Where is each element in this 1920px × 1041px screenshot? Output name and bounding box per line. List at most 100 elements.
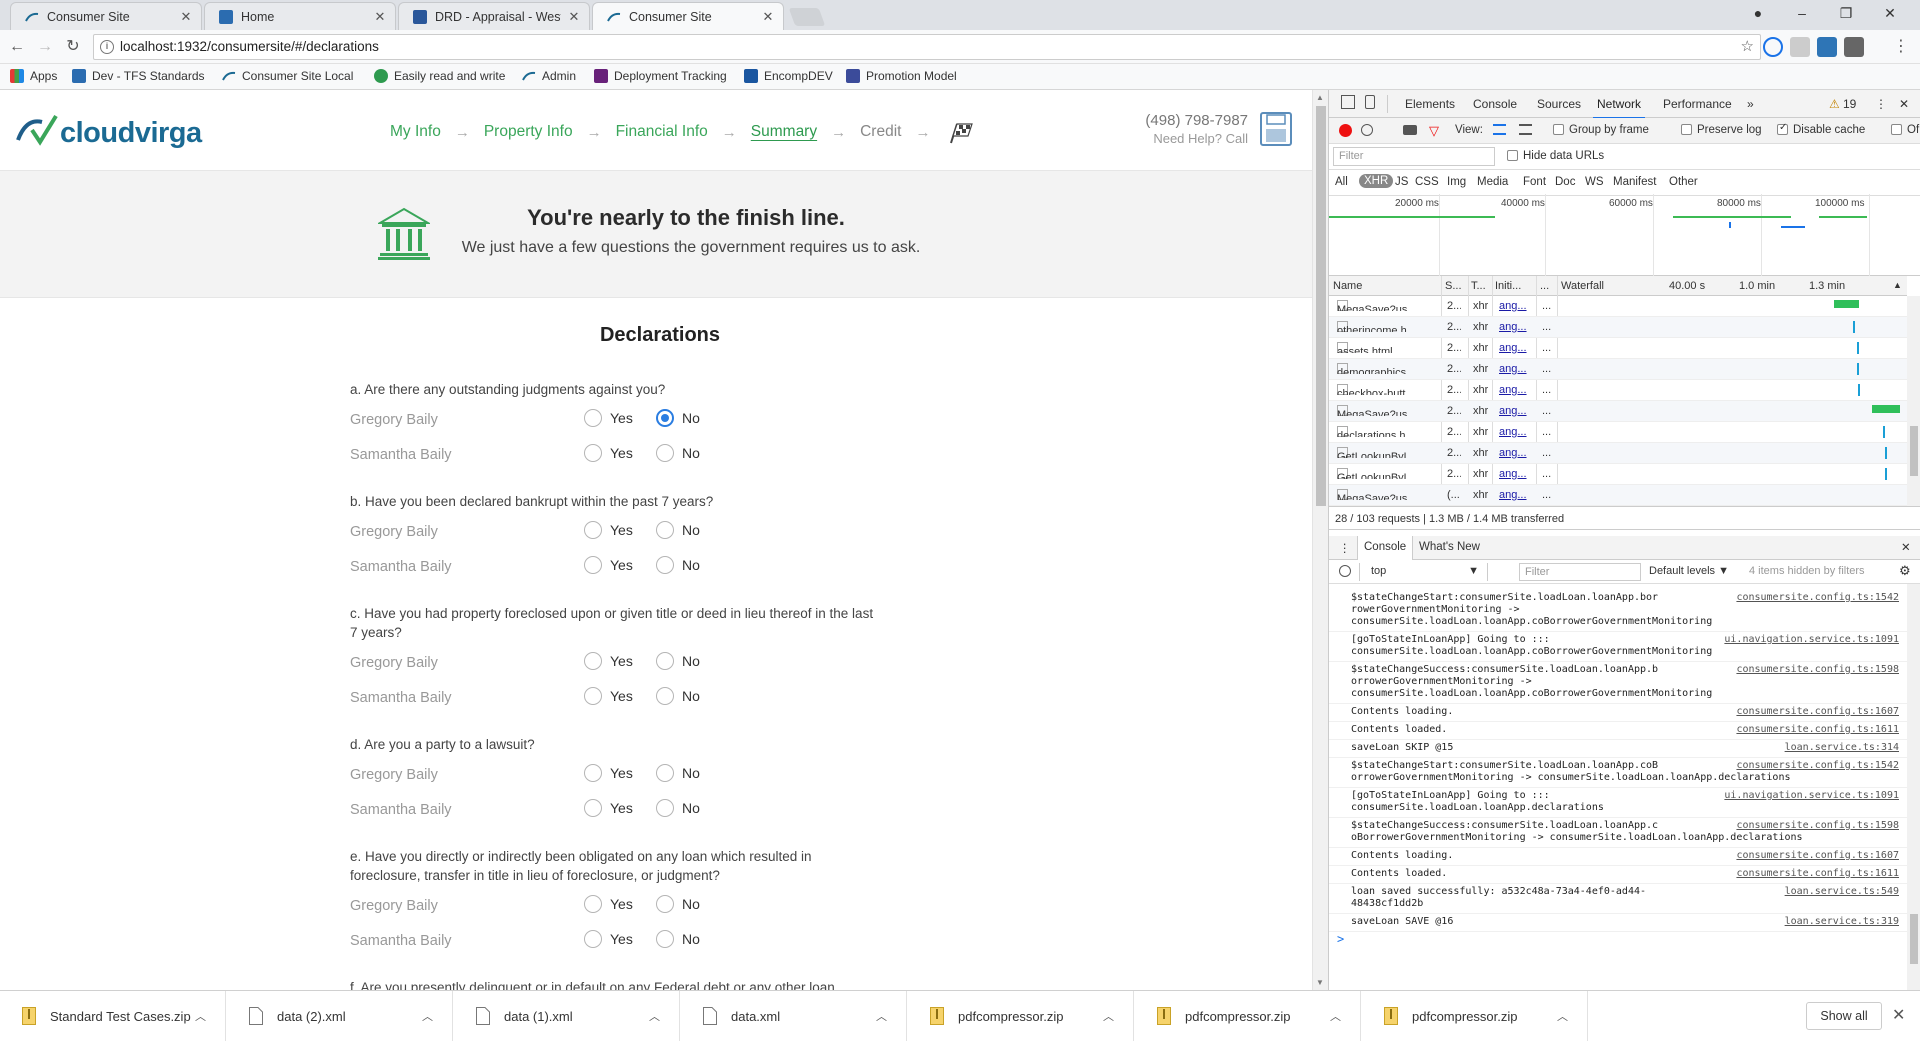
minimize-button[interactable]: – — [1782, 0, 1822, 28]
network-request-row[interactable]: declarations.h... 2... xhr ang...... — [1329, 422, 1907, 443]
type-filter-ws[interactable]: WS — [1585, 176, 1604, 188]
radio-no[interactable]: No — [656, 444, 700, 462]
radio-button[interactable] — [656, 556, 674, 574]
network-filter-input[interactable]: Filter — [1333, 147, 1495, 166]
devtools-tab-sources[interactable]: Sources — [1537, 97, 1581, 111]
offline-checkbox[interactable]: Of — [1891, 124, 1919, 136]
radio-yes[interactable]: Yes — [584, 895, 633, 913]
type-filter-js[interactable]: JS — [1395, 176, 1408, 188]
bookmark-item[interactable]: Easily read and write — [374, 69, 505, 83]
network-request-row[interactable]: GetLookupByL... 2... xhr ang...... — [1329, 464, 1907, 485]
type-filter-other[interactable]: Other — [1669, 176, 1698, 188]
console-source-link[interactable]: consumersite.config.ts:1607 — [1736, 706, 1899, 718]
console-filter-input[interactable]: Filter — [1519, 563, 1641, 581]
console-source-link[interactable]: consumersite.config.ts:1542 — [1736, 760, 1899, 772]
bookmark-apps[interactable]: Apps — [10, 69, 57, 83]
extension-box-icon[interactable] — [1844, 37, 1864, 57]
request-initiator[interactable]: ang... — [1499, 447, 1527, 459]
extension-play-icon[interactable] — [1763, 37, 1783, 57]
radio-button[interactable] — [584, 652, 602, 670]
type-filter-manifest[interactable]: Manifest — [1613, 176, 1656, 188]
console-source-link[interactable]: consumersite.config.ts:1611 — [1736, 724, 1899, 736]
col-more[interactable]: ... — [1540, 280, 1549, 292]
console-prompt[interactable]: > — [1329, 932, 1907, 946]
console-source-link[interactable]: loan.service.ts:549 — [1785, 886, 1899, 898]
browser-tab[interactable]: Consumer Site ✕ — [10, 2, 202, 30]
scrollbar-thumb[interactable] — [1910, 426, 1918, 476]
radio-no[interactable]: No — [656, 556, 700, 574]
radio-button[interactable] — [656, 764, 674, 782]
filter-icon[interactable]: ▽ — [1429, 123, 1443, 138]
radio-button[interactable] — [584, 521, 602, 539]
radio-button[interactable] — [584, 444, 602, 462]
chevron-up-icon[interactable]: ︿ — [1103, 1008, 1133, 1024]
forward-icon[interactable]: → — [34, 36, 56, 58]
radio-yes[interactable]: Yes — [584, 764, 633, 782]
radio-yes[interactable]: Yes — [584, 521, 633, 539]
network-request-row[interactable]: GetLookupByL... 2... xhr ang...... — [1329, 443, 1907, 464]
back-icon[interactable]: ← — [6, 36, 28, 58]
chevron-up-icon[interactable]: ︿ — [876, 1008, 906, 1024]
radio-button[interactable] — [584, 895, 602, 913]
more-tabs-icon[interactable]: » — [1747, 97, 1754, 111]
devtools-tab-console[interactable]: Console — [1473, 97, 1517, 111]
radio-yes[interactable]: Yes — [584, 930, 633, 948]
bookmark-item[interactable]: Consumer Site Local — [222, 69, 353, 83]
step-property-info[interactable]: Property Info — [484, 123, 573, 141]
network-request-row[interactable]: checkbox-butt... 2... xhr ang...... — [1329, 380, 1907, 401]
radio-no[interactable]: No — [656, 930, 700, 948]
network-request-row[interactable]: MegaSave?us... 2... xhr ang...... — [1329, 401, 1907, 422]
radio-yes[interactable]: Yes — [584, 556, 633, 574]
close-window-button[interactable]: ✕ — [1870, 0, 1910, 28]
device-toolbar-icon[interactable] — [1365, 95, 1375, 109]
type-filter-css[interactable]: CSS — [1415, 176, 1439, 188]
close-tab-icon[interactable]: ✕ — [567, 9, 581, 25]
network-request-row[interactable]: otherincome.h... 2... xhr ang...... — [1329, 317, 1907, 338]
network-request-row[interactable]: MegaSave?us... 2... xhr ang...... — [1329, 296, 1907, 317]
browser-tab-active[interactable]: Consumer Site ✕ — [592, 2, 784, 30]
bookmark-item[interactable]: Promotion Model — [846, 69, 957, 83]
download-item[interactable]: pdfcompressor.zip ︿ — [1135, 991, 1361, 1041]
radio-button[interactable] — [584, 409, 602, 427]
radio-button[interactable] — [584, 687, 602, 705]
chevron-up-icon[interactable]: ︿ — [1330, 1008, 1360, 1024]
console-source-link[interactable]: consumersite.config.ts:1542 — [1736, 592, 1899, 604]
show-all-downloads-button[interactable]: Show all — [1806, 1002, 1882, 1030]
group-by-frame-checkbox[interactable]: Group by frame — [1553, 124, 1649, 136]
console-source-link[interactable]: loan.service.ts:319 — [1785, 916, 1899, 928]
warning-icon[interactable]: ⚠ — [1829, 97, 1840, 111]
radio-yes[interactable]: Yes — [584, 799, 633, 817]
console-source-link[interactable]: consumersite.config.ts:1598 — [1736, 664, 1899, 676]
hide-data-urls-checkbox[interactable]: Hide data URLs — [1507, 150, 1604, 162]
browser-tab[interactable]: Home ✕ — [204, 2, 396, 30]
type-filter-all[interactable]: All — [1335, 176, 1348, 188]
type-filter-media[interactable]: Media — [1477, 176, 1508, 188]
scroll-up-icon[interactable]: ▲ — [1316, 93, 1324, 102]
download-item[interactable]: pdfcompressor.zip ︿ — [1362, 991, 1588, 1041]
devtools-tab-performance[interactable]: Performance — [1663, 97, 1732, 111]
col-status[interactable]: S... — [1445, 280, 1462, 292]
request-initiator[interactable]: ang... — [1499, 321, 1527, 333]
console-source-link[interactable]: consumersite.config.ts:1607 — [1736, 850, 1899, 862]
console-scrollbar[interactable] — [1907, 584, 1920, 990]
logo[interactable]: cloudvirga — [16, 112, 202, 155]
radio-no[interactable]: No — [656, 521, 700, 539]
bookmark-item[interactable]: Dev - TFS Standards — [72, 69, 205, 83]
radio-no[interactable]: No — [656, 895, 700, 913]
clear-console-icon[interactable] — [1339, 565, 1351, 577]
chevron-up-icon[interactable]: ︿ — [649, 1008, 679, 1024]
large-rows-icon[interactable] — [1493, 124, 1506, 135]
close-tab-icon[interactable]: ✕ — [761, 9, 775, 25]
devtools-menu-icon[interactable]: ⋮ — [1875, 97, 1887, 111]
request-initiator[interactable]: ang... — [1499, 489, 1527, 501]
scrollbar-thumb[interactable] — [1316, 106, 1326, 506]
close-shelf-icon[interactable]: ✕ — [1892, 1005, 1905, 1025]
reload-icon[interactable]: ↻ — [62, 36, 84, 58]
request-initiator[interactable]: ang... — [1499, 363, 1527, 375]
preserve-log-checkbox[interactable]: Preserve log — [1681, 124, 1762, 136]
close-tab-icon[interactable]: ✕ — [179, 9, 193, 25]
radio-no[interactable]: No — [656, 409, 700, 427]
sort-up-icon[interactable]: ▲ — [1893, 280, 1902, 290]
page-scrollbar[interactable]: ▲ ▼ — [1312, 90, 1328, 990]
type-filter-xhr[interactable]: XHR — [1359, 174, 1394, 188]
